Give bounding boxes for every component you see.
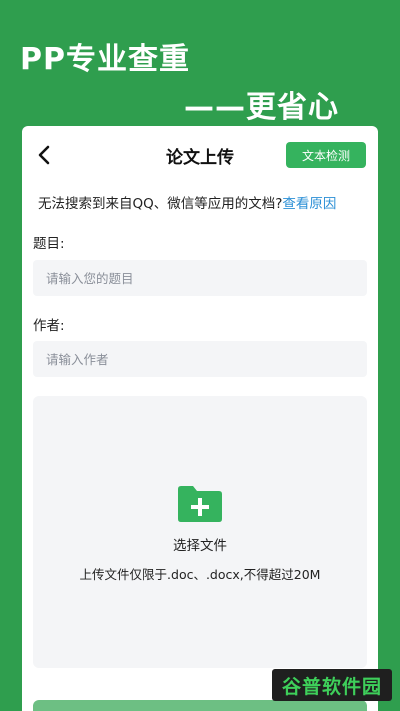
folder-add-icon: [178, 486, 222, 522]
author-input[interactable]: [33, 341, 367, 377]
view-reason-link[interactable]: 查看原因: [282, 196, 336, 212]
notice-text: 无法搜索到来自QQ、微信等应用的文档?: [38, 196, 283, 212]
title-label: 题目:: [33, 236, 65, 252]
upload-screen: 论文上传 文本检测 无法搜索到来自QQ、微信等应用的文档?查看原因 题目: 作者…: [22, 126, 378, 711]
promo-title: PP专业查重: [20, 42, 190, 77]
nav-bar: 论文上传 文本检测: [22, 126, 378, 184]
upload-hint: 上传文件仅限于.doc、.docx,不得超过20M: [79, 567, 321, 582]
watermark-logo: 谷普软件园: [272, 669, 392, 701]
promo-subtitle: ——更省心: [184, 90, 339, 125]
watermark-text: 谷普软件园: [281, 675, 382, 698]
select-file-label: 选择文件: [173, 538, 227, 554]
submit-button[interactable]: [33, 700, 367, 711]
notice-line: 无法搜索到来自QQ、微信等应用的文档?查看原因: [38, 192, 336, 212]
text-check-button[interactable]: 文本检测: [286, 142, 366, 168]
author-label: 作者:: [33, 318, 65, 334]
title-input[interactable]: [33, 260, 367, 296]
file-upload-area[interactable]: 选择文件 上传文件仅限于.doc、.docx,不得超过20M: [33, 396, 367, 668]
